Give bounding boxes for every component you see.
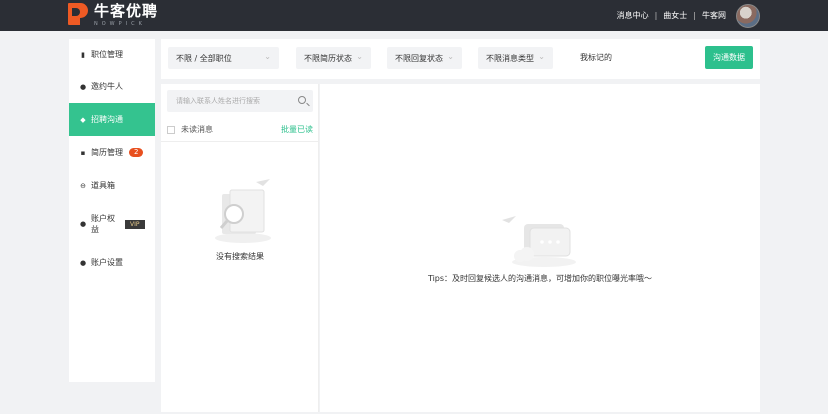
sidebar-item-toolbox[interactable]: ⊖ 道具箱 <box>69 169 155 202</box>
nav-separator: | <box>654 11 658 20</box>
logo-icon <box>68 3 88 25</box>
logo-title: 牛客优聘 <box>94 2 159 20</box>
avatar[interactable] <box>736 3 760 28</box>
sidebar-item-resumes[interactable]: ▪ 简历管理 2 <box>69 136 155 169</box>
message-center-link[interactable]: 消息中心 <box>617 10 649 21</box>
unread-label: 未读消息 <box>181 125 213 134</box>
settings-icon: ● <box>79 258 87 267</box>
chat-data-button[interactable]: 沟通数据 <box>705 46 753 69</box>
toolbox-icon: ⊖ <box>80 181 86 190</box>
sidebar: ▮ 职位管理 ● 邀约牛人 ◆ 招聘沟通 ▪ 简历管理 2 ⊖ 道具箱 ● 账户… <box>69 39 155 382</box>
sidebar-item-invite[interactable]: ● 邀约牛人 <box>69 70 155 103</box>
chat-bubble-illustration <box>502 216 576 267</box>
logo-subtitle: NOWPICK <box>94 21 146 27</box>
filter-bar: 不限 / 全部职位 ⌄ 不限简历状态 ⌄ 不限回复状态 ⌄ 不限消息类型 ⌄ 我… <box>161 39 760 79</box>
rights-icon: ● <box>79 220 87 228</box>
sidebar-item-jobs[interactable]: ▮ 职位管理 <box>69 39 155 70</box>
empty-search-illustration <box>215 179 271 243</box>
sidebar-item-chat[interactable]: ◆ 招聘沟通 <box>69 103 155 136</box>
chevron-down-icon: ⌄ <box>264 52 271 61</box>
resume-status-value: 不限简历状态 <box>304 53 352 63</box>
reply-status-value: 不限回复状态 <box>395 53 443 63</box>
pin-icon: ▮ <box>81 50 85 59</box>
sidebar-item-label: 道具箱 <box>91 181 115 190</box>
message-type-select[interactable]: 不限消息类型 ⌄ <box>478 47 553 69</box>
unread-filter-row: 未读消息 批量已读 <box>161 118 319 142</box>
job-select[interactable]: 不限 / 全部职位 ⌄ <box>168 47 279 69</box>
sidebar-item-label: 职位管理 <box>91 50 123 59</box>
job-select-value: 不限 / 全部职位 <box>176 53 232 63</box>
logo[interactable]: 牛客优聘 NOWPICK <box>68 3 158 27</box>
search-input[interactable] <box>167 90 287 112</box>
vip-tag: VIP <box>125 219 145 229</box>
chat-icon: ◆ <box>80 115 86 124</box>
empty-result-text: 没有搜索结果 <box>216 252 264 261</box>
reply-status-select[interactable]: 不限回复状态 ⌄ <box>387 47 462 69</box>
resume-status-select[interactable]: 不限简历状态 ⌄ <box>296 47 371 69</box>
chevron-down-icon: ⌄ <box>447 52 454 61</box>
nowcoder-link[interactable]: 牛客网 <box>702 10 726 21</box>
resume-count-badge: 2 <box>129 148 144 157</box>
message-type-value: 不限消息类型 <box>486 53 534 63</box>
nav-separator: | <box>693 11 696 20</box>
contact-list-panel: 未读消息 批量已读 没有搜索结果 <box>161 84 319 412</box>
mark-all-read-link[interactable]: 批量已读 <box>281 124 313 135</box>
chat-panel: Tips：及时回复候选人的沟通消息，可增加你的职位曝光率哦～ <box>320 84 760 412</box>
sidebar-item-rights[interactable]: ● 账户权益 VIP <box>69 202 155 246</box>
sidebar-item-settings[interactable]: ● 账户设置 <box>69 246 155 279</box>
unread-checkbox[interactable] <box>167 126 175 134</box>
top-nav: 消息中心 | 曲女士 | 牛客网 <box>617 0 760 31</box>
marked-by-me-filter[interactable]: 我标记的 <box>580 47 612 69</box>
user-icon: ● <box>79 82 87 91</box>
tips-text: Tips：及时回复候选人的沟通消息，可增加你的职位曝光率哦～ <box>427 274 653 283</box>
sidebar-item-label: 简历管理 <box>91 148 123 157</box>
chevron-down-icon: ⌄ <box>538 52 545 61</box>
sidebar-item-label: 账户权益 <box>91 214 115 234</box>
chevron-down-icon: ⌄ <box>356 52 363 61</box>
user-name-link[interactable]: 曲女士 <box>663 10 687 21</box>
sidebar-item-label: 邀约牛人 <box>91 82 123 91</box>
search-icon[interactable] <box>298 96 306 104</box>
sidebar-item-label: 账户设置 <box>91 258 123 267</box>
resume-icon: ▪ <box>80 148 86 157</box>
search-box <box>167 90 313 112</box>
top-bar: 牛客优聘 NOWPICK 消息中心 | 曲女士 | 牛客网 <box>0 0 828 31</box>
sidebar-item-label: 招聘沟通 <box>91 115 123 124</box>
